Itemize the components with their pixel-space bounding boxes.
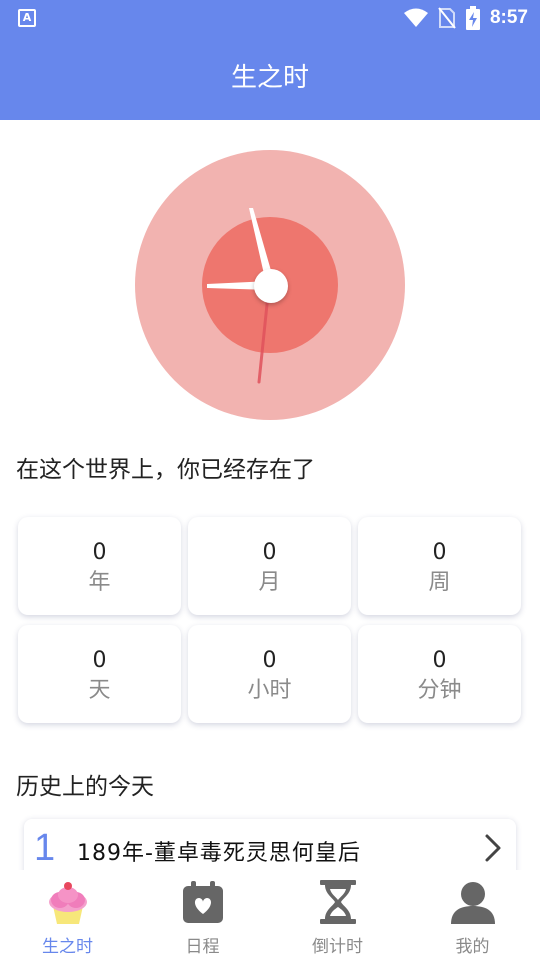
tab-mine[interactable]: 我的 [405,870,540,960]
wifi-icon [403,8,428,27]
stat-years: 0 年 [18,517,181,615]
stat-value: 0 [432,540,447,565]
stat-unit: 分钟 [417,678,462,703]
history-item-index: 1 [34,827,56,869]
stat-months: 0 月 [188,517,351,615]
status-bar: A 8:57 [0,0,540,36]
page-title: 生之时 [0,36,540,120]
clock-time: 8:57 [489,7,528,28]
user-icon [450,882,495,924]
bottom-tab-bar: 生之时 日程 倒计时 我的 [0,870,540,960]
stat-unit: 月 [258,570,281,595]
stat-minutes: 0 分钟 [358,625,521,723]
status-icons: 8:57 [403,6,528,30]
history-item-text: 189年-董卓毒死灵思何皇后 [77,841,361,866]
battery-charging-icon [465,6,480,30]
stat-weeks: 0 周 [358,517,521,615]
stat-days: 0 天 [18,625,181,723]
stat-unit: 天 [88,678,111,703]
tab-label: 日程 [185,937,220,957]
stat-value: 0 [92,648,107,673]
stat-value: 0 [262,648,277,673]
tab-label: 我的 [455,937,490,957]
calendar-heart-icon [182,881,223,923]
alive-section-title: 在这个世界上，你已经存在了 [16,457,315,483]
life-clock-graphic [135,150,405,420]
history-section-title: 历史上的今天 [16,774,154,800]
life-stats-grid: 0 年 0 月 0 周 0 天 0 小时 0 分钟 [18,517,522,723]
tab-label: 生之时 [42,937,93,957]
no-sim-icon [438,7,456,29]
tab-schedule[interactable]: 日程 [135,870,270,960]
stat-unit: 小时 [247,678,292,703]
stat-value: 0 [92,540,107,565]
hourglass-icon [319,880,356,924]
tab-countdown[interactable]: 倒计时 [270,870,405,960]
tab-birth-time[interactable]: 生之时 [0,870,135,960]
chevron-right-icon [485,834,501,862]
stat-unit: 年 [88,570,111,595]
tab-label: 倒计时 [312,937,363,957]
stat-unit: 周 [428,570,451,595]
stat-hours: 0 小时 [188,625,351,723]
stat-value: 0 [432,648,447,673]
stat-value: 0 [262,540,277,565]
cupcake-icon [48,882,87,924]
keyboard-indicator-icon: A [18,9,36,27]
